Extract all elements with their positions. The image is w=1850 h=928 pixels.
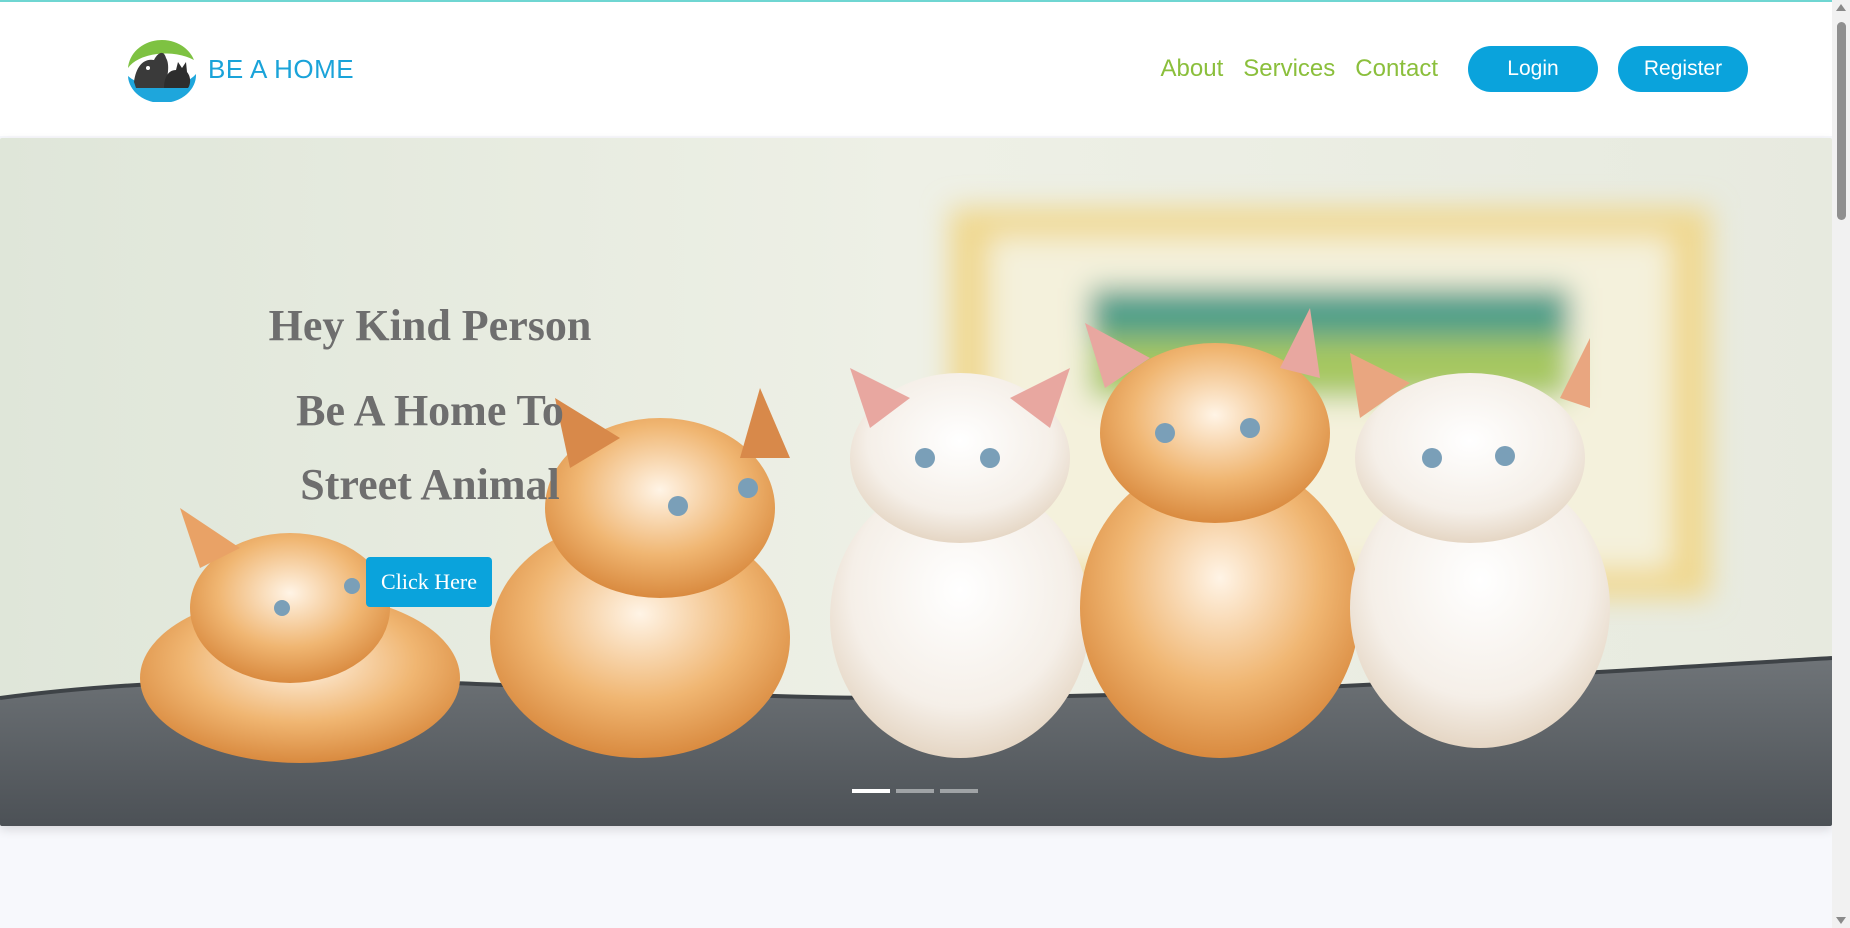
register-button[interactable]: Register	[1618, 46, 1748, 92]
hero-carousel: Hey Kind Person Be A Home To Street Anim…	[0, 138, 1832, 826]
carousel-indicator-2[interactable]	[896, 789, 934, 793]
login-button[interactable]: Login	[1468, 46, 1598, 92]
carousel-indicator-1[interactable]	[852, 789, 890, 793]
carousel-indicator-3[interactable]	[940, 789, 978, 793]
hero-subtitle-line2: Street Animal	[300, 460, 560, 509]
scroll-down-icon[interactable]	[1836, 917, 1846, 924]
page-scrollbar[interactable]	[1832, 0, 1850, 928]
scrollbar-thumb[interactable]	[1837, 22, 1846, 220]
main-nav: About Services Contact Login Register	[1161, 46, 1748, 92]
nav-about[interactable]: About	[1161, 55, 1224, 83]
hero-subtitle-line1: Be A Home To	[296, 386, 564, 435]
hero-subtitle: Be A Home To Street Animal	[230, 374, 630, 522]
hero-title: Hey Kind Person	[268, 301, 592, 350]
click-here-button[interactable]: Click Here	[366, 557, 492, 607]
hero-text: Hey Kind Person Be A Home To Street Anim…	[230, 298, 630, 522]
scroll-up-icon[interactable]	[1836, 4, 1846, 11]
nav-services[interactable]: Services	[1243, 55, 1335, 83]
site-header: BE A HOME About Services Contact Login R…	[0, 2, 1832, 136]
nav-contact[interactable]: Contact	[1355, 55, 1438, 83]
carousel-indicators	[852, 789, 978, 793]
